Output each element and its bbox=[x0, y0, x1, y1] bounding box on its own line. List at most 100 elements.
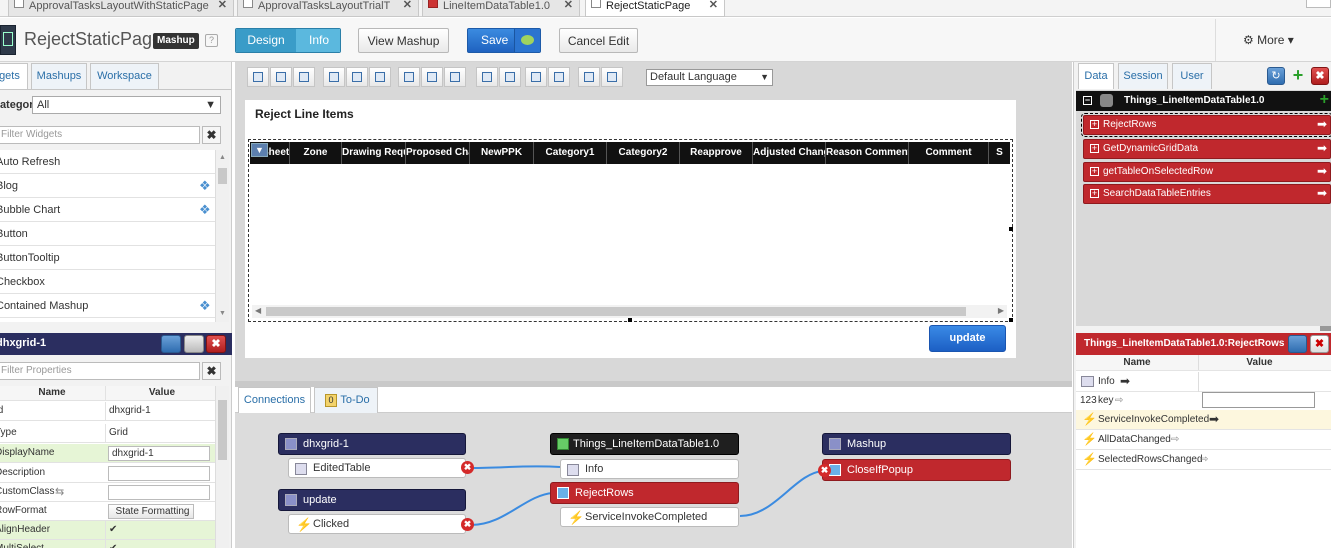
state-formatting-button[interactable]: State Formatting bbox=[108, 504, 194, 519]
widget-item[interactable]: Button bbox=[0, 222, 215, 246]
grid-column[interactable]: Drawing Requirements bbox=[342, 142, 406, 164]
align-center-icon[interactable] bbox=[346, 67, 368, 87]
tab-user[interactable]: User bbox=[1172, 63, 1212, 89]
grid-column[interactable]: Adjusted Change bbox=[753, 142, 826, 164]
service-info[interactable]: Info bbox=[560, 459, 739, 479]
clear-filter-icon[interactable]: ✖ bbox=[202, 362, 221, 380]
expand-icon[interactable]: + bbox=[1090, 189, 1099, 198]
close-icon[interactable]: ✕ bbox=[403, 0, 412, 11]
customclass-input[interactable] bbox=[108, 485, 210, 500]
property-row[interactable]: AlignHeader ✔ bbox=[0, 521, 215, 540]
align-top-icon[interactable] bbox=[398, 67, 420, 87]
event-row[interactable]: ⚡ ServiceInvokeCompleted ➡ bbox=[1076, 410, 1331, 430]
property-row[interactable]: Description bbox=[0, 464, 215, 483]
widget-item[interactable]: Contained Mashup ❖ bbox=[0, 294, 215, 318]
node-mashup[interactable]: Mashup bbox=[822, 433, 1011, 455]
resize-handle[interactable] bbox=[628, 318, 632, 322]
service-close-popup[interactable]: CloseIfPopup bbox=[822, 459, 1011, 481]
grid-column[interactable]: Reapprove bbox=[680, 142, 753, 164]
same-height-icon[interactable] bbox=[578, 67, 600, 87]
param-row[interactable]: 123 key ⇨ bbox=[1076, 391, 1331, 411]
service-get-table-on-selected-row[interactable]: + getTableOnSelectedRow ➡ bbox=[1083, 162, 1331, 182]
widget-item[interactable]: Blog ❖ bbox=[0, 174, 215, 198]
grid-column[interactable]: S bbox=[989, 142, 1010, 164]
align-bottom-icon[interactable] bbox=[444, 67, 466, 87]
add-icon[interactable]: + bbox=[1289, 66, 1307, 85]
property-row[interactable]: Type Grid bbox=[0, 424, 215, 443]
widget-filter-input[interactable]: Filter Widgets bbox=[0, 126, 200, 144]
same-width-icon[interactable] bbox=[601, 67, 623, 87]
refresh-icon[interactable]: ↻ bbox=[1267, 67, 1285, 85]
expand-icon[interactable]: + bbox=[1090, 167, 1099, 176]
share-icon[interactable] bbox=[1288, 335, 1307, 353]
event-clicked[interactable]: ⚡ Clicked bbox=[288, 514, 466, 534]
property-row[interactable]: CustomClass ⇆ bbox=[0, 483, 215, 502]
update-button[interactable]: update bbox=[929, 325, 1006, 352]
clear-filter-icon[interactable]: ✖ bbox=[202, 126, 221, 144]
alignheader-checkbox[interactable]: ✔ bbox=[105, 521, 215, 539]
grid-column[interactable]: Category1 bbox=[534, 142, 607, 164]
grid-column[interactable]: Reason Comment bbox=[826, 142, 909, 164]
tab-workspace[interactable]: Workspace bbox=[90, 63, 159, 89]
save-button[interactable]: Save bbox=[467, 28, 541, 53]
event-row[interactable]: ⚡ SelectedRowsChanged ⇨ bbox=[1076, 450, 1331, 470]
property-scrollbar[interactable] bbox=[215, 386, 229, 548]
property-row[interactable]: RowFormat State Formatting bbox=[0, 502, 215, 521]
description-input[interactable] bbox=[108, 466, 210, 481]
widget-item[interactable]: ButtonTooltip bbox=[0, 246, 215, 270]
grid-icon[interactable] bbox=[548, 67, 570, 87]
service-reject-rows[interactable]: + RejectRows ➡ bbox=[1081, 113, 1331, 137]
grid-column[interactable]: NewPPK bbox=[470, 142, 534, 164]
expand-icon[interactable]: + bbox=[1090, 144, 1099, 153]
column-menu-icon[interactable]: ▼ bbox=[251, 143, 268, 157]
distribute-vertical-icon[interactable] bbox=[476, 67, 498, 87]
collapse-icon[interactable]: − bbox=[1083, 96, 1092, 105]
entity-row[interactable]: − Things_LineItemDataTable1.0 + bbox=[1076, 91, 1331, 111]
property-row[interactable]: DisplayName dhxgrid-1 bbox=[0, 444, 215, 463]
node-dhxgrid[interactable]: dhxgrid-1 bbox=[278, 433, 466, 455]
tab-todo[interactable]: 0 To-Do bbox=[314, 387, 378, 413]
event-service-invoke-completed[interactable]: ⚡ ServiceInvokeCompleted bbox=[560, 507, 739, 527]
close-icon[interactable]: ✖ bbox=[1310, 335, 1329, 353]
design-button[interactable]: Design bbox=[236, 29, 296, 52]
tab-session[interactable]: Session bbox=[1118, 63, 1168, 89]
help-icon[interactable]: ? bbox=[205, 34, 218, 47]
tab-widgets[interactable]: Widgets bbox=[0, 63, 28, 89]
remove-connection-icon[interactable]: ✖ bbox=[461, 461, 474, 474]
event-row[interactable]: ⚡ AllDataChanged ⇨ bbox=[1076, 430, 1331, 450]
node-update[interactable]: update bbox=[278, 489, 466, 511]
tab-approval-tasks-static[interactable]: ApprovalTasksLayoutWithStaticPage ✕ bbox=[8, 0, 234, 17]
more-menu[interactable]: ⚙ More ▾ bbox=[1243, 33, 1294, 47]
key-input[interactable] bbox=[1202, 392, 1315, 408]
center-icon[interactable] bbox=[525, 67, 547, 87]
share-icon[interactable] bbox=[161, 335, 181, 353]
close-icon[interactable]: ✕ bbox=[218, 0, 227, 11]
remove-connection-icon[interactable]: ✖ bbox=[461, 518, 474, 531]
service-search-data-table-entries[interactable]: + SearchDataTableEntries ➡ bbox=[1083, 184, 1331, 204]
expand-icon[interactable]: + bbox=[1090, 120, 1099, 129]
window-control[interactable] bbox=[1306, 0, 1331, 8]
tab-lineitem-datatable[interactable]: LineItemDataTable1.0 ✕ bbox=[422, 0, 580, 17]
widget-list-scrollbar[interactable]: ▲ ▼ bbox=[215, 150, 229, 322]
cancel-edit-button[interactable]: Cancel Edit bbox=[559, 28, 638, 53]
tab-connections[interactable]: Connections bbox=[238, 387, 311, 413]
tab-reject-static-page[interactable]: RejectStaticPage ✕ bbox=[585, 0, 725, 17]
widget-item[interactable]: Checkbox bbox=[0, 270, 215, 294]
property-row[interactable]: Id dhxgrid-1 bbox=[0, 402, 215, 421]
param-row[interactable]: Info ➡ bbox=[1076, 372, 1331, 392]
language-select[interactable]: Default Language ▼ bbox=[646, 69, 773, 86]
property-row[interactable]: MultiSelect ✔ bbox=[0, 540, 215, 548]
service-reject-rows[interactable]: RejectRows bbox=[550, 482, 739, 504]
add-icon[interactable]: + bbox=[1320, 90, 1329, 110]
comment-dropdown[interactable] bbox=[514, 29, 540, 52]
align-left-icon[interactable] bbox=[323, 67, 345, 87]
resize-handle[interactable] bbox=[1009, 227, 1013, 231]
grid-column[interactable]: Proposed Change bbox=[406, 142, 470, 164]
align-middle-icon[interactable] bbox=[421, 67, 443, 87]
property-filter-input[interactable]: Filter Properties bbox=[0, 362, 200, 380]
info-button[interactable]: Info bbox=[296, 29, 340, 52]
displayname-input[interactable]: dhxgrid-1 bbox=[108, 446, 210, 461]
event-edited-table[interactable]: EditedTable bbox=[288, 458, 466, 478]
distribute-horizontal-icon[interactable] bbox=[499, 67, 521, 87]
node-thing[interactable]: Things_LineItemDataTable1.0 bbox=[550, 433, 739, 455]
